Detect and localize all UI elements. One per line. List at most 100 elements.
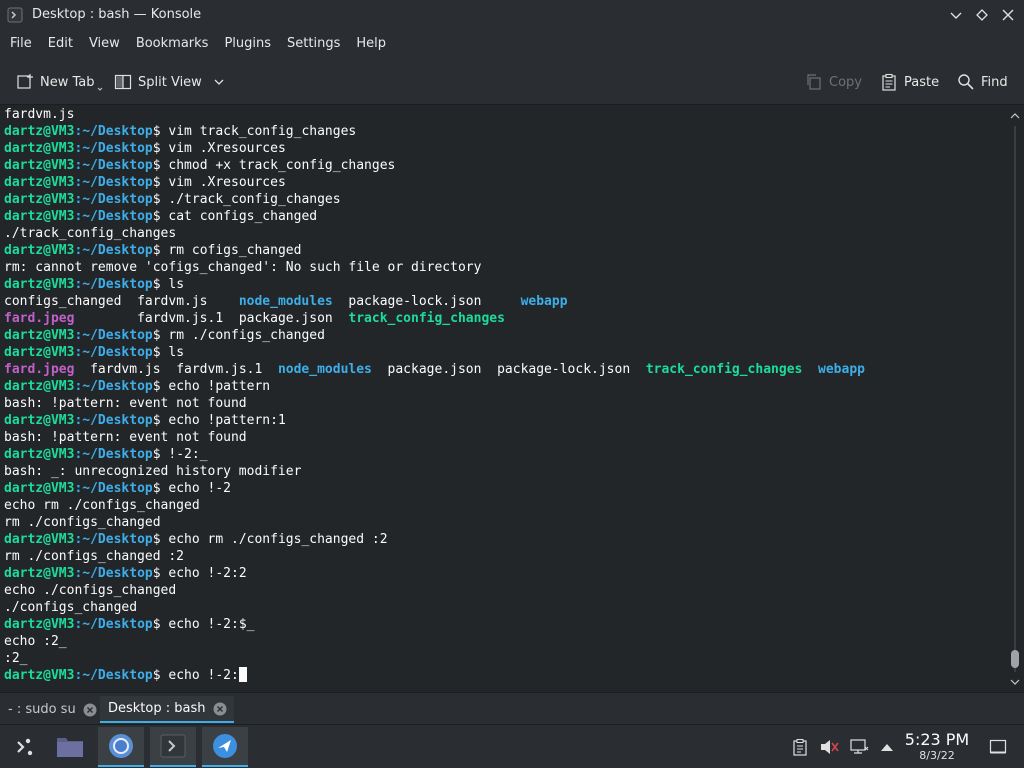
copy-button[interactable]: Copy xyxy=(805,69,862,95)
digital-clock[interactable]: 5:23 PM 8/3/22 xyxy=(900,731,974,763)
minimize-icon[interactable] xyxy=(946,5,966,25)
menu-plugins[interactable]: Plugins xyxy=(216,31,279,57)
file-manager-icon[interactable] xyxy=(47,727,93,767)
copy-label: Copy xyxy=(829,74,862,90)
prompt-user-host: dartz@VM3 xyxy=(4,158,75,173)
scroll-up-icon[interactable] xyxy=(1009,110,1021,122)
prompt-symbol: $ xyxy=(152,209,161,224)
prompt-user-host: dartz@VM3 xyxy=(4,617,75,632)
prompt-path: ~/Desktop xyxy=(82,175,153,190)
taskbar: 5:23 PM 8/3/22 xyxy=(0,724,1024,768)
prompt-symbol: $ xyxy=(152,617,161,632)
file-entry-img: fard.jpeg xyxy=(4,362,75,377)
chevron-down-icon[interactable] xyxy=(210,73,228,91)
output-text: fardvm.js fardvm.js.1 xyxy=(74,362,278,377)
title-bar: Desktop : bash — Konsole xyxy=(0,0,1024,29)
tab-desktop-bash[interactable]: Desktop : bash xyxy=(100,696,234,723)
clipboard-icon[interactable] xyxy=(790,737,810,757)
menu-view[interactable]: View xyxy=(81,31,128,57)
command-text: rm ./configs_changed xyxy=(168,328,325,343)
command-text: echo !-2: xyxy=(168,668,239,683)
prompt-path: ~/Desktop xyxy=(82,124,153,139)
close-tab-icon[interactable] xyxy=(82,702,98,718)
command-text: echo !-2:2 xyxy=(168,566,247,581)
terminal-prompt-line: dartz@VM3:~/Desktop$ echo !-2: xyxy=(4,667,1006,684)
terminal-output-line: rm ./configs_changed xyxy=(4,514,1006,531)
tab-sudo-su[interactable]: - : sudo su xyxy=(0,696,104,723)
menu-help[interactable]: Help xyxy=(348,31,394,57)
terminal-prompt-line: dartz@VM3:~/Desktop$ vim track_config_ch… xyxy=(4,123,1006,140)
paste-button[interactable]: Paste xyxy=(880,69,939,95)
prompt-symbol: $ xyxy=(152,447,161,462)
prompt-symbol: $ xyxy=(152,328,161,343)
prompt-user-host: dartz@VM3 xyxy=(4,277,75,292)
close-icon[interactable] xyxy=(998,5,1018,25)
scroll-down-icon[interactable] xyxy=(1009,676,1021,688)
new-tab-button[interactable]: New Tab xyxy=(16,69,103,95)
network-icon[interactable] xyxy=(849,737,869,757)
terminal-prompt-line: dartz@VM3:~/Desktop$ echo !-2:2 xyxy=(4,565,1006,582)
split-view-icon xyxy=(114,73,132,91)
terminal-prompt-line: dartz@VM3:~/Desktop$ !-2:_ xyxy=(4,446,1006,463)
file-entry-img: fard.jpeg xyxy=(4,311,75,326)
command-text: echo !-2:$_ xyxy=(168,617,255,632)
terminal-output-line: ./track_config_changes xyxy=(4,225,1006,242)
prompt-symbol: $ xyxy=(152,566,161,581)
menu-settings[interactable]: Settings xyxy=(279,31,348,57)
keep-above-icon[interactable] xyxy=(972,5,992,25)
terminal-scrollbar[interactable] xyxy=(1006,106,1024,692)
output-text: ./configs_changed xyxy=(4,600,138,615)
chromium-icon[interactable] xyxy=(98,727,144,767)
prompt-user-host: dartz@VM3 xyxy=(4,175,75,190)
split-view-button[interactable]: Split View xyxy=(114,69,228,95)
file-entry-dir: webapp xyxy=(520,294,568,309)
tab-bar: - : sudo su Desktop : bash xyxy=(0,692,1024,724)
prompt-user-host: dartz@VM3 xyxy=(4,243,75,258)
command-text: !-2:_ xyxy=(168,447,208,462)
output-text: bash: _: unrecognized history modifier xyxy=(4,464,302,479)
output-text: configs_changed xyxy=(4,294,138,309)
volume-muted-icon[interactable] xyxy=(819,737,839,757)
toolbar: New Tab Split View Copy Paste Find xyxy=(0,59,1024,105)
output-text: echo rm ./configs_changed xyxy=(4,498,200,513)
prompt-user-host: dartz@VM3 xyxy=(4,345,75,360)
prompt-symbol: $ xyxy=(152,413,161,428)
prompt-user-host: dartz@VM3 xyxy=(4,328,75,343)
clock-date: 8/3/22 xyxy=(919,749,955,762)
prompt-path: ~/Desktop xyxy=(82,277,153,292)
command-text: ls xyxy=(168,345,185,360)
find-button[interactable]: Find xyxy=(957,69,1008,95)
prompt-symbol: $ xyxy=(152,124,161,139)
file-entry-exec: track_config_changes xyxy=(645,362,803,377)
show-desktop-icon[interactable] xyxy=(988,737,1008,757)
prompt-user-host: dartz@VM3 xyxy=(4,413,75,428)
terminal-view[interactable]: fardvm.js dartz@VM3:~/Desktop$ vim track_… xyxy=(0,106,1006,692)
output-text: fardvm.js xyxy=(4,107,75,122)
terminal-prompt-line: dartz@VM3:~/Desktop$ vim .Xresources xyxy=(4,174,1006,191)
prompt-path: ~/Desktop xyxy=(82,345,153,360)
clock-time: 5:23 PM xyxy=(904,730,970,749)
close-tab-icon[interactable] xyxy=(212,701,228,717)
tray-expand-icon[interactable] xyxy=(877,737,897,757)
file-entry-dir: webapp xyxy=(818,362,865,377)
prompt-path: ~/Desktop xyxy=(82,481,153,496)
prompt-user-host: dartz@VM3 xyxy=(4,124,75,139)
tab-label: Desktop : bash xyxy=(108,701,206,716)
scroll-track[interactable] xyxy=(1014,126,1016,672)
scroll-thumb[interactable] xyxy=(1011,650,1019,668)
application-launcher-icon[interactable] xyxy=(0,727,46,767)
prompt-user-host: dartz@VM3 xyxy=(4,379,75,394)
terminal-prompt-line: dartz@VM3:~/Desktop$ echo rm ./configs_c… xyxy=(4,531,1006,548)
menu-edit[interactable]: Edit xyxy=(40,31,81,57)
menu-file[interactable]: File xyxy=(2,31,40,57)
output-text: rm ./configs_changed :2 xyxy=(4,549,185,564)
command-text: chmod +x track_config_changes xyxy=(168,158,396,173)
remote-desktop-icon[interactable] xyxy=(202,727,248,767)
terminal-prompt-line: dartz@VM3:~/Desktop$ echo !-2:$_ xyxy=(4,616,1006,633)
konsole-icon[interactable] xyxy=(150,727,196,767)
terminal-prompt-line: dartz@VM3:~/Desktop$ ls xyxy=(4,344,1006,361)
output-text: :2_ xyxy=(4,651,28,666)
menu-bookmarks[interactable]: Bookmarks xyxy=(128,31,217,57)
prompt-path: ~/Desktop xyxy=(82,447,153,462)
